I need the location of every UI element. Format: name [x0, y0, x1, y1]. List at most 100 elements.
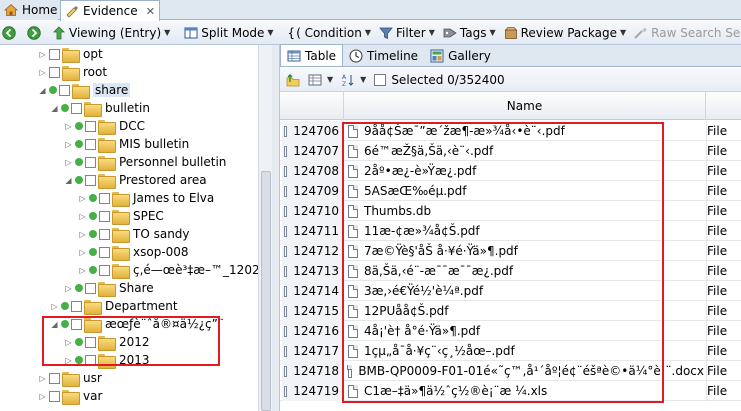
tree-item-xsop-008[interactable]: ▷ xsop-008 [78, 243, 189, 261]
row-id-cell[interactable]: 124712 [282, 241, 344, 261]
tree-expander[interactable]: ▷ [78, 248, 87, 257]
tab-table[interactable]: Table [280, 44, 344, 66]
tab-evidence[interactable]: Evidence ✕ [60, 0, 160, 21]
tree-item-root[interactable]: ▷ root [38, 63, 107, 81]
row-id-cell[interactable]: 124710 [282, 201, 344, 221]
row-name-cell[interactable]: 9åå¢Šæ¯”æ´žæ¶-æ»¾å‹•è¨‹.pdf [344, 121, 704, 141]
tree-expander[interactable]: ▷ [78, 194, 87, 203]
row-id-cell[interactable]: 124719 [282, 381, 344, 401]
tree-checkbox[interactable] [85, 336, 96, 348]
row-checkbox[interactable] [284, 185, 288, 197]
tree-checkbox[interactable] [99, 210, 110, 222]
close-icon[interactable]: ✕ [146, 5, 155, 18]
row-id-cell[interactable]: 124709 [282, 181, 344, 201]
table-row[interactable]: 124715 12PUåå¢Š.pdf File [280, 301, 741, 321]
tree-item-opt[interactable]: ▷ opt [38, 45, 103, 63]
tree-checkbox[interactable] [85, 174, 96, 186]
filter-dropdown[interactable]: Filter ▼ [379, 26, 435, 40]
row-name-cell[interactable]: 6é™æŽ§ä,Šä,‹è¨‹.pdf [344, 141, 704, 161]
tree-checkbox[interactable] [85, 156, 96, 168]
tree-checkbox[interactable] [59, 84, 70, 96]
table-row[interactable]: 124712 7æ©Ÿè§'åŠ å·¥é·Ÿä»¶.pdf File [280, 241, 741, 261]
row-id-cell[interactable]: 124717 [282, 341, 344, 361]
row-name-cell[interactable]: 11æ-¢æ»¾å¢Š.pdf [344, 221, 704, 241]
tree-expander[interactable]: ◢ [50, 320, 59, 329]
tree-checkbox[interactable] [99, 192, 110, 204]
tree-checkbox[interactable] [71, 318, 82, 330]
tree-expander[interactable]: ▷ [38, 50, 47, 59]
tree-scrollbar[interactable] [258, 45, 272, 411]
table-row[interactable]: 124716 4å¡'è† å°é·Ÿä»¶.pdf File [280, 321, 741, 341]
tree-item-prestored-area[interactable]: ◢ Prestored area [64, 171, 207, 189]
tree-item-mis-bulletin[interactable]: ▷ MIS bulletin [64, 135, 189, 153]
split-mode-dropdown[interactable]: Split Mode ▼ [184, 26, 274, 40]
row-name-cell[interactable]: 5ASæŒ‰éµ.pdf [344, 181, 704, 201]
header-name-column[interactable]: Name [344, 92, 706, 120]
table-row[interactable]: 124707 6é™æŽ§ä,Šä,‹è¨‹.pdf File [280, 141, 741, 161]
tree-checkbox[interactable] [99, 264, 110, 276]
row-checkbox[interactable] [284, 245, 288, 257]
tree-expander[interactable]: ▷ [64, 158, 73, 167]
table-row[interactable]: 124708 2åº•æ¿-è»Ÿæ¿.pdf File [280, 161, 741, 181]
table-row[interactable]: 124718 BMB-QP0009-F01-01é«˜ç™‚å¹´åº¦é¢¨éš… [280, 361, 741, 381]
sort-az-icon[interactable]: AZ [341, 73, 355, 88]
tree-expander[interactable]: ◢ [50, 104, 59, 113]
tree-item-usr[interactable]: ▷ usr [38, 369, 102, 387]
back-button[interactable] [2, 25, 19, 40]
row-id-cell[interactable]: 124706 [282, 121, 344, 141]
tree-item-var[interactable]: ▷ var [38, 387, 102, 405]
tree-checkbox[interactable] [85, 120, 96, 132]
tree-expander[interactable]: ▷ [50, 302, 59, 311]
row-name-cell[interactable]: BMB-QP0009-F01-01é«˜ç™‚å¹´åº¦é¢¨éšªè©•ä¼… [344, 361, 704, 381]
tab-gallery[interactable]: Gallery [424, 45, 497, 66]
tree-scrollbar-thumb[interactable] [261, 171, 271, 411]
raw-search-selected-button[interactable]: Raw Search Selected [634, 26, 741, 40]
tree-checkbox[interactable] [99, 246, 110, 258]
row-checkbox[interactable] [284, 365, 288, 377]
tree-checkbox[interactable] [49, 66, 60, 78]
row-name-cell[interactable]: 12PUåå¢Š.pdf [344, 301, 704, 321]
tree-expander[interactable]: ▷ [38, 68, 47, 77]
table-row[interactable]: 124710 Thumbs.db File [280, 201, 741, 221]
row-name-cell[interactable]: 7æ©Ÿè§'åŠ å·¥é·Ÿä»¶.pdf [344, 241, 704, 261]
tree-item-share-sub[interactable]: ▷ Share [64, 279, 154, 297]
tree-expander[interactable]: ▷ [64, 356, 73, 365]
row-id-cell[interactable]: 124713 [282, 261, 344, 281]
panel-splitter[interactable] [272, 45, 280, 411]
review-package-dropdown[interactable]: Review Package ▼ [504, 26, 626, 40]
row-name-cell[interactable]: C1æ–‡ä»¶ä½ˆç½®è¡¨æ ¼.xls [344, 381, 704, 401]
row-checkbox[interactable] [284, 285, 288, 297]
tree-expander[interactable]: ▷ [78, 230, 87, 239]
tree-expander[interactable]: ▷ [64, 140, 73, 149]
tree-expander[interactable]: ▷ [64, 122, 73, 131]
tab-home[interactable]: Home [0, 0, 58, 20]
tree-item-department[interactable]: ▷ Department [50, 297, 178, 315]
row-checkbox[interactable] [284, 165, 288, 177]
tree-expander[interactable]: ◢ [38, 86, 47, 95]
tree-checkbox[interactable] [71, 300, 82, 312]
tree-checkbox[interactable] [99, 228, 110, 240]
tree-checkbox[interactable] [49, 48, 60, 60]
tree-item-bulletin[interactable]: ◢ bulletin [50, 99, 150, 117]
up-folder-icon[interactable] [286, 73, 300, 87]
header-id-column[interactable] [280, 92, 344, 120]
tree-expander[interactable]: ▷ [64, 338, 73, 347]
row-name-cell[interactable]: 2åº•æ¿-è»Ÿæ¿.pdf [344, 161, 704, 181]
tree-expander[interactable]: ◢ [64, 176, 73, 185]
columns-icon[interactable] [308, 73, 322, 87]
row-checkbox[interactable] [284, 305, 288, 317]
tree-item-dcc[interactable]: ▷ DCC [64, 117, 145, 135]
header-type-column[interactable] [706, 92, 741, 120]
row-checkbox[interactable] [284, 325, 288, 337]
tree-checkbox[interactable] [71, 102, 82, 114]
tab-timeline[interactable]: Timeline [343, 45, 424, 66]
select-all-checkbox[interactable] [374, 73, 387, 86]
tree-checkbox[interactable] [85, 138, 96, 150]
tree-checkbox[interactable] [85, 282, 96, 294]
tree-expander[interactable]: ▷ [38, 374, 47, 383]
tree-item-2013[interactable]: ▷ 2013 [64, 351, 150, 369]
row-id-cell[interactable]: 124707 [282, 141, 344, 161]
table-row[interactable]: 124709 5ASæŒ‰éµ.pdf File [280, 181, 741, 201]
tree-item-spec[interactable]: ▷ SPEC [78, 207, 164, 225]
row-name-cell[interactable]: 1çµ„å¯å·¥ç¨‹ç¸½åœ–.pdf [344, 341, 704, 361]
